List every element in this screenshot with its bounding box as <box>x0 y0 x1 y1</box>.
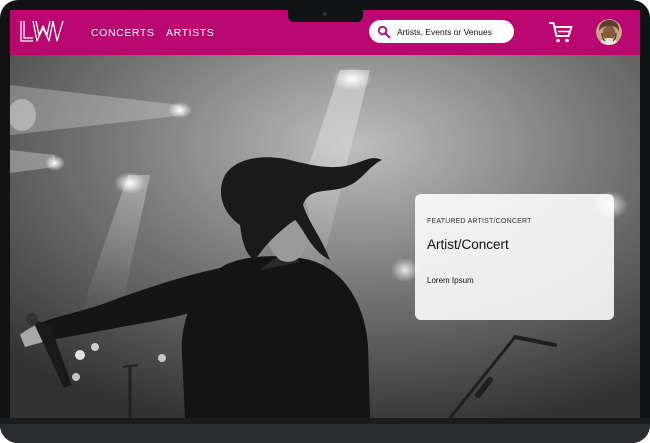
device-frame: CONCERTS ARTISTS Artists, Events or Venu… <box>0 0 650 443</box>
user-avatar[interactable] <box>596 19 622 45</box>
screen: CONCERTS ARTISTS Artists, Events or Venu… <box>10 10 640 418</box>
card-eyebrow: FEATURED ARTIST/CONCERT <box>427 218 532 225</box>
lw-logo[interactable] <box>19 19 65 44</box>
shopping-cart-icon[interactable] <box>549 20 573 44</box>
card-title: Artist/Concert <box>427 237 509 252</box>
search-input[interactable] <box>397 23 509 40</box>
camera-notch <box>288 6 363 22</box>
featured-artist-card[interactable]: FEATURED ARTIST/CONCERT Artist/Concert L… <box>415 194 614 320</box>
search-bar[interactable] <box>369 20 514 43</box>
nav-concerts[interactable]: CONCERTS <box>91 27 155 39</box>
search-icon[interactable] <box>377 25 391 39</box>
hero-concert-photo: FEATURED ARTIST/CONCERT Artist/Concert L… <box>10 55 640 418</box>
nav-artists[interactable]: ARTISTS <box>166 27 214 39</box>
card-body: Lorem Ipsum <box>427 276 474 285</box>
device-bottom-edge <box>0 418 650 443</box>
